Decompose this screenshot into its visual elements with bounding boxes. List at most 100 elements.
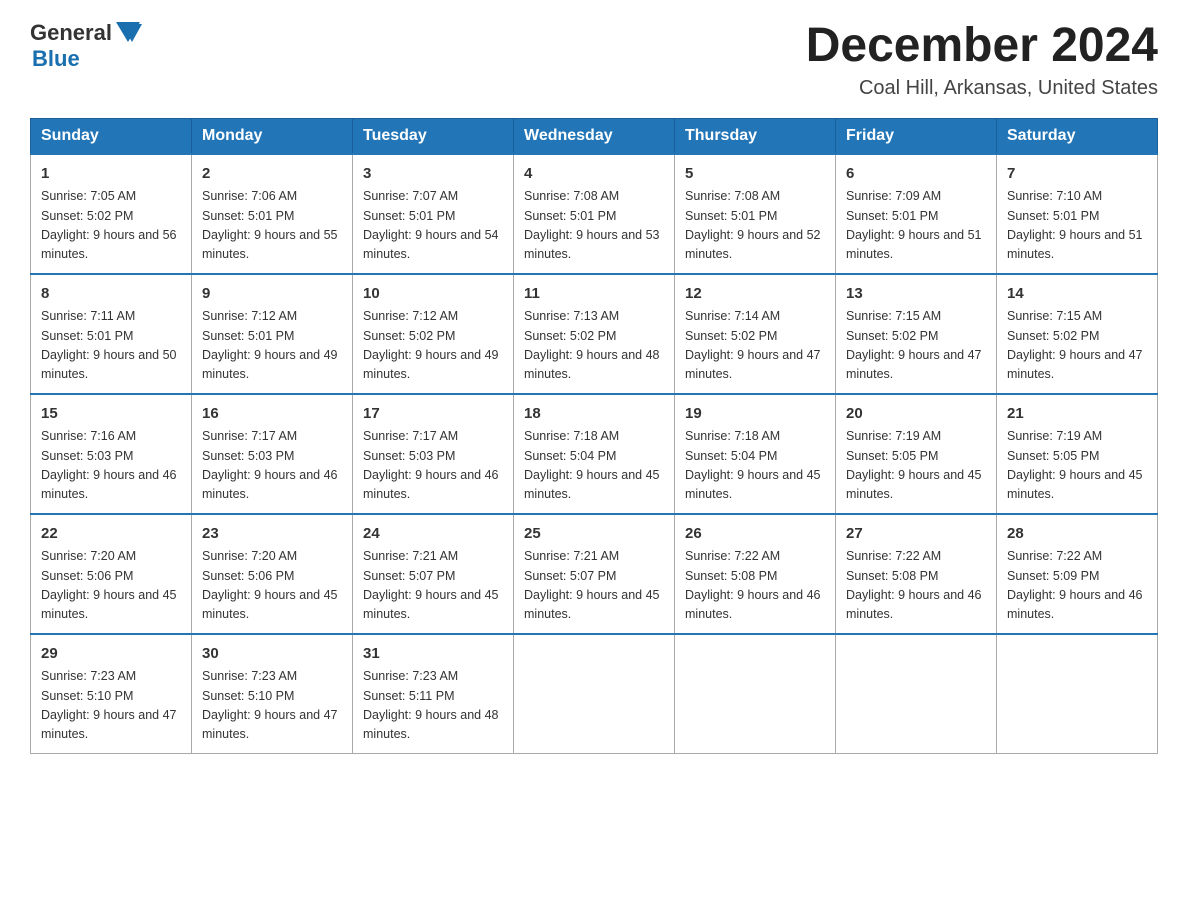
calendar-cell: 3Sunrise: 7:07 AMSunset: 5:01 PMDaylight…: [353, 154, 514, 274]
day-number: 14: [1007, 283, 1147, 306]
calendar-cell: 2Sunrise: 7:06 AMSunset: 5:01 PMDaylight…: [192, 154, 353, 274]
header-sunday: Sunday: [31, 118, 192, 154]
day-number: 5: [685, 163, 825, 186]
day-number: 23: [202, 523, 342, 546]
day-number: 29: [41, 643, 181, 666]
day-number: 6: [846, 163, 986, 186]
week-row-4: 22Sunrise: 7:20 AMSunset: 5:06 PMDayligh…: [31, 514, 1158, 634]
calendar-cell: 27Sunrise: 7:22 AMSunset: 5:08 PMDayligh…: [836, 514, 997, 634]
day-info: Sunrise: 7:08 AMSunset: 5:01 PMDaylight:…: [524, 187, 664, 265]
day-number: 27: [846, 523, 986, 546]
calendar-cell: [675, 634, 836, 754]
day-info: Sunrise: 7:09 AMSunset: 5:01 PMDaylight:…: [846, 187, 986, 265]
day-info: Sunrise: 7:08 AMSunset: 5:01 PMDaylight:…: [685, 187, 825, 265]
calendar-cell: 15Sunrise: 7:16 AMSunset: 5:03 PMDayligh…: [31, 394, 192, 514]
day-number: 31: [363, 643, 503, 666]
day-info: Sunrise: 7:06 AMSunset: 5:01 PMDaylight:…: [202, 187, 342, 265]
calendar-cell: 26Sunrise: 7:22 AMSunset: 5:08 PMDayligh…: [675, 514, 836, 634]
day-number: 2: [202, 163, 342, 186]
day-number: 1: [41, 163, 181, 186]
day-info: Sunrise: 7:15 AMSunset: 5:02 PMDaylight:…: [1007, 307, 1147, 385]
day-info: Sunrise: 7:18 AMSunset: 5:04 PMDaylight:…: [524, 427, 664, 505]
day-number: 3: [363, 163, 503, 186]
header-saturday: Saturday: [997, 118, 1158, 154]
header-monday: Monday: [192, 118, 353, 154]
day-number: 8: [41, 283, 181, 306]
day-number: 9: [202, 283, 342, 306]
calendar-cell: 18Sunrise: 7:18 AMSunset: 5:04 PMDayligh…: [514, 394, 675, 514]
calendar-cell: 21Sunrise: 7:19 AMSunset: 5:05 PMDayligh…: [997, 394, 1158, 514]
week-row-3: 15Sunrise: 7:16 AMSunset: 5:03 PMDayligh…: [31, 394, 1158, 514]
day-number: 12: [685, 283, 825, 306]
day-number: 13: [846, 283, 986, 306]
day-info: Sunrise: 7:22 AMSunset: 5:08 PMDaylight:…: [685, 547, 825, 625]
day-number: 17: [363, 403, 503, 426]
day-number: 28: [1007, 523, 1147, 546]
week-row-2: 8Sunrise: 7:11 AMSunset: 5:01 PMDaylight…: [31, 274, 1158, 394]
calendar-cell: 1Sunrise: 7:05 AMSunset: 5:02 PMDaylight…: [31, 154, 192, 274]
calendar-cell: 6Sunrise: 7:09 AMSunset: 5:01 PMDaylight…: [836, 154, 997, 274]
calendar-cell: 19Sunrise: 7:18 AMSunset: 5:04 PMDayligh…: [675, 394, 836, 514]
logo: General Blue: [30, 20, 142, 72]
day-info: Sunrise: 7:11 AMSunset: 5:01 PMDaylight:…: [41, 307, 181, 385]
week-row-1: 1Sunrise: 7:05 AMSunset: 5:02 PMDaylight…: [31, 154, 1158, 274]
calendar-cell: 24Sunrise: 7:21 AMSunset: 5:07 PMDayligh…: [353, 514, 514, 634]
day-info: Sunrise: 7:21 AMSunset: 5:07 PMDaylight:…: [363, 547, 503, 625]
day-info: Sunrise: 7:22 AMSunset: 5:09 PMDaylight:…: [1007, 547, 1147, 625]
calendar-cell: 30Sunrise: 7:23 AMSunset: 5:10 PMDayligh…: [192, 634, 353, 754]
day-number: 11: [524, 283, 664, 306]
day-info: Sunrise: 7:05 AMSunset: 5:02 PMDaylight:…: [41, 187, 181, 265]
month-title: December 2024: [806, 20, 1158, 73]
day-info: Sunrise: 7:23 AMSunset: 5:10 PMDaylight:…: [202, 667, 342, 745]
day-info: Sunrise: 7:20 AMSunset: 5:06 PMDaylight:…: [202, 547, 342, 625]
calendar-cell: 7Sunrise: 7:10 AMSunset: 5:01 PMDaylight…: [997, 154, 1158, 274]
day-info: Sunrise: 7:19 AMSunset: 5:05 PMDaylight:…: [846, 427, 986, 505]
day-info: Sunrise: 7:13 AMSunset: 5:02 PMDaylight:…: [524, 307, 664, 385]
calendar-cell: 17Sunrise: 7:17 AMSunset: 5:03 PMDayligh…: [353, 394, 514, 514]
day-info: Sunrise: 7:23 AMSunset: 5:11 PMDaylight:…: [363, 667, 503, 745]
day-info: Sunrise: 7:19 AMSunset: 5:05 PMDaylight:…: [1007, 427, 1147, 505]
calendar-cell: 20Sunrise: 7:19 AMSunset: 5:05 PMDayligh…: [836, 394, 997, 514]
calendar-cell: 12Sunrise: 7:14 AMSunset: 5:02 PMDayligh…: [675, 274, 836, 394]
day-number: 10: [363, 283, 503, 306]
calendar-cell: [836, 634, 997, 754]
day-info: Sunrise: 7:20 AMSunset: 5:06 PMDaylight:…: [41, 547, 181, 625]
day-number: 24: [363, 523, 503, 546]
calendar-cell: 23Sunrise: 7:20 AMSunset: 5:06 PMDayligh…: [192, 514, 353, 634]
header-tuesday: Tuesday: [353, 118, 514, 154]
day-info: Sunrise: 7:12 AMSunset: 5:01 PMDaylight:…: [202, 307, 342, 385]
day-number: 15: [41, 403, 181, 426]
calendar-cell: 13Sunrise: 7:15 AMSunset: 5:02 PMDayligh…: [836, 274, 997, 394]
day-number: 18: [524, 403, 664, 426]
calendar-cell: 14Sunrise: 7:15 AMSunset: 5:02 PMDayligh…: [997, 274, 1158, 394]
page-header: General Blue December 2024 Coal Hill, Ar…: [30, 20, 1158, 100]
calendar-cell: 5Sunrise: 7:08 AMSunset: 5:01 PMDaylight…: [675, 154, 836, 274]
day-number: 16: [202, 403, 342, 426]
day-info: Sunrise: 7:16 AMSunset: 5:03 PMDaylight:…: [41, 427, 181, 505]
day-info: Sunrise: 7:12 AMSunset: 5:02 PMDaylight:…: [363, 307, 503, 385]
day-info: Sunrise: 7:18 AMSunset: 5:04 PMDaylight:…: [685, 427, 825, 505]
day-number: 21: [1007, 403, 1147, 426]
calendar-cell: 22Sunrise: 7:20 AMSunset: 5:06 PMDayligh…: [31, 514, 192, 634]
calendar-cell: 8Sunrise: 7:11 AMSunset: 5:01 PMDaylight…: [31, 274, 192, 394]
calendar-cell: 16Sunrise: 7:17 AMSunset: 5:03 PMDayligh…: [192, 394, 353, 514]
calendar-cell: 31Sunrise: 7:23 AMSunset: 5:11 PMDayligh…: [353, 634, 514, 754]
day-info: Sunrise: 7:17 AMSunset: 5:03 PMDaylight:…: [363, 427, 503, 505]
logo-text-general: General: [30, 20, 112, 46]
header-wednesday: Wednesday: [514, 118, 675, 154]
day-info: Sunrise: 7:14 AMSunset: 5:02 PMDaylight:…: [685, 307, 825, 385]
calendar-cell: 11Sunrise: 7:13 AMSunset: 5:02 PMDayligh…: [514, 274, 675, 394]
day-info: Sunrise: 7:17 AMSunset: 5:03 PMDaylight:…: [202, 427, 342, 505]
week-row-5: 29Sunrise: 7:23 AMSunset: 5:10 PMDayligh…: [31, 634, 1158, 754]
title-block: December 2024 Coal Hill, Arkansas, Unite…: [806, 20, 1158, 100]
day-info: Sunrise: 7:21 AMSunset: 5:07 PMDaylight:…: [524, 547, 664, 625]
day-number: 22: [41, 523, 181, 546]
location-title: Coal Hill, Arkansas, United States: [806, 77, 1158, 100]
day-info: Sunrise: 7:23 AMSunset: 5:10 PMDaylight:…: [41, 667, 181, 745]
calendar-cell: 4Sunrise: 7:08 AMSunset: 5:01 PMDaylight…: [514, 154, 675, 274]
calendar-cell: 9Sunrise: 7:12 AMSunset: 5:01 PMDaylight…: [192, 274, 353, 394]
day-number: 4: [524, 163, 664, 186]
calendar-cell: 28Sunrise: 7:22 AMSunset: 5:09 PMDayligh…: [997, 514, 1158, 634]
day-info: Sunrise: 7:07 AMSunset: 5:01 PMDaylight:…: [363, 187, 503, 265]
header-friday: Friday: [836, 118, 997, 154]
